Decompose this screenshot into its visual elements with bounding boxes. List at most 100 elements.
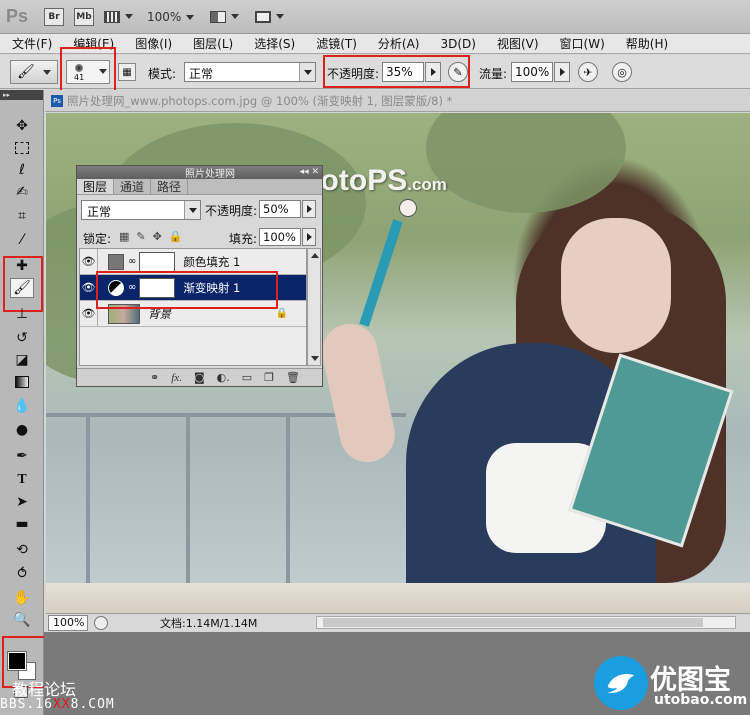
menu-edit[interactable]: 编辑(E) — [61, 35, 123, 52]
photo-arm — [317, 318, 400, 468]
lock-position-icon[interactable]: ✥ — [153, 230, 162, 243]
move-tool-icon[interactable]: ✥ — [10, 116, 34, 136]
layer-blend-mode-select[interactable]: 正常 — [81, 200, 201, 220]
3d-orbit-tool-icon[interactable]: ⥀ — [10, 564, 34, 584]
bridge-button[interactable]: Br — [44, 6, 64, 28]
rectangle-tool-icon[interactable]: ▬ — [10, 514, 34, 534]
layers-panel-footer: ⚭ fx. ◙ ◐. ▭ ❐ 🗑 — [77, 368, 322, 386]
layer-opacity-input[interactable]: 50% — [259, 200, 301, 218]
quick-selection-tool-icon[interactable]: ✍ — [10, 182, 34, 202]
layers-panel-header[interactable]: 照片处理网 ◂◂ ✕ — [77, 166, 322, 180]
tab-channels[interactable]: 通道 — [114, 179, 152, 194]
marquee-tool-icon[interactable] — [10, 138, 34, 158]
layer-row-gradient-map[interactable]: 👁 ∞ 渐变映射 1 — [80, 274, 306, 301]
lasso-tool-icon[interactable]: ℓ — [10, 160, 34, 180]
menu-window[interactable]: 窗口(W) — [548, 35, 614, 52]
lock-image-icon[interactable]: ✎ — [136, 230, 145, 243]
menu-3d[interactable]: 3D(D) — [428, 37, 484, 51]
view-extras-button[interactable] — [104, 6, 133, 28]
crop-tool-icon[interactable]: ⌗ — [10, 206, 34, 226]
dodge-tool-icon[interactable]: ● — [10, 420, 34, 440]
layer-name: 渐变映射 1 — [183, 280, 241, 295]
path-selection-tool-icon[interactable]: ➤ — [10, 492, 34, 512]
fill-input[interactable]: 100% — [259, 228, 301, 246]
delete-layer-icon[interactable]: 🗑 — [286, 371, 300, 384]
pen-tool-icon[interactable]: ✒ — [10, 446, 34, 466]
layer-style-icon[interactable]: fx. — [171, 372, 182, 384]
new-layer-icon[interactable]: ❐ — [264, 371, 274, 384]
brush-panel-toggle[interactable]: ▦ — [118, 63, 136, 81]
opacity-input[interactable]: 35% — [382, 62, 424, 82]
status-zoom-input[interactable]: 100% — [48, 614, 88, 631]
tab-layers[interactable]: 图层 — [77, 179, 115, 194]
opacity-pressure-button[interactable]: ✎ — [448, 62, 468, 82]
fill-label: 填充: — [229, 232, 258, 246]
opacity-slider-button[interactable] — [425, 62, 441, 82]
document-ps-icon: Ps — [51, 94, 63, 107]
add-mask-icon[interactable]: ◙ — [194, 371, 205, 384]
zoom-tool-icon[interactable]: 🔍 — [10, 610, 34, 630]
menu-layer[interactable]: 图层(L) — [181, 35, 242, 52]
menu-file[interactable]: 文件(F) — [0, 35, 61, 52]
mode-select[interactable]: 正常 — [184, 62, 316, 82]
link-layers-icon[interactable]: ⚭ — [150, 371, 159, 384]
menu-select[interactable]: 选择(S) — [242, 35, 304, 52]
mini-bridge-button[interactable]: Mb — [74, 6, 94, 28]
zoom-level-dropdown[interactable]: 100% — [147, 10, 195, 24]
chevron-down-icon — [186, 14, 195, 20]
foreground-color-swatch[interactable] — [7, 651, 27, 671]
layer-opacity-slider-button[interactable] — [302, 200, 316, 218]
type-tool-icon[interactable]: T — [10, 470, 34, 490]
new-group-icon[interactable]: ▭ — [242, 371, 252, 384]
screen-mode-button[interactable] — [255, 6, 285, 28]
gradient-tool-icon[interactable] — [10, 372, 34, 392]
panel-controls-icon[interactable]: ◂◂ ✕ — [300, 167, 319, 177]
document-tab[interactable]: Ps 照片处理网_www.photops.com.jpg @ 100% (渐变映… — [45, 90, 750, 112]
scroll-up-icon[interactable] — [311, 253, 319, 258]
brush-preset-picker[interactable]: 41 — [66, 60, 110, 84]
new-adjustment-layer-icon[interactable]: ◐. — [217, 371, 230, 384]
menu-help[interactable]: 帮助(H) — [614, 35, 677, 52]
scroll-down-icon[interactable] — [311, 356, 319, 361]
airbrush-toggle[interactable]: ✈ — [578, 62, 598, 82]
healing-brush-tool-icon[interactable]: ✚ — [10, 256, 34, 276]
arrange-documents-button[interactable] — [210, 6, 240, 28]
background-layer-thumbnail — [108, 303, 140, 324]
menu-analysis[interactable]: 分析(A) — [366, 35, 429, 52]
lock-transparent-icon[interactable]: ▦ — [119, 230, 129, 243]
hand-tool-icon[interactable]: ✋ — [10, 588, 34, 608]
visibility-eye-icon[interactable]: 👁 — [80, 300, 98, 327]
layer-mask-thumbnail[interactable] — [139, 277, 176, 298]
layers-scrollbar[interactable] — [307, 248, 321, 366]
layer-mask-thumbnail[interactable] — [139, 251, 176, 272]
menu-image[interactable]: 图像(I) — [123, 35, 181, 52]
horizontal-scrollbar[interactable] — [316, 616, 736, 629]
scrollbar-thumb[interactable] — [323, 618, 703, 627]
menu-filter[interactable]: 滤镜(T) — [304, 35, 366, 52]
3d-rotate-tool-icon[interactable]: ⟲ — [10, 540, 34, 560]
fill-slider-button[interactable] — [302, 228, 316, 246]
eraser-tool-icon[interactable]: ◪ — [10, 350, 34, 370]
arrange-icon — [210, 10, 227, 23]
history-brush-tool-icon[interactable]: ↺ — [10, 328, 34, 348]
title-bar: Ps Br Mb 100% — [0, 0, 750, 34]
lock-all-icon[interactable]: 🔒 — [169, 230, 183, 243]
pressure-size-icon: ◎ — [617, 65, 627, 79]
flow-slider-button[interactable] — [554, 62, 570, 82]
menu-view[interactable]: 视图(V) — [485, 35, 548, 52]
layer-row-color-fill[interactable]: 👁 ∞ 颜色填充 1 — [80, 248, 306, 275]
visibility-eye-icon[interactable]: 👁 — [80, 274, 98, 301]
tab-paths[interactable]: 路径 — [151, 179, 189, 194]
status-info-icon[interactable] — [94, 615, 108, 630]
utobao-bird-logo-icon — [594, 656, 648, 710]
size-pressure-button[interactable]: ◎ — [612, 62, 632, 82]
eyedropper-tool-icon[interactable]: ⁄ — [10, 230, 34, 250]
layer-row-background[interactable]: 👁 背景 🔒 — [80, 300, 306, 327]
tools-panel-collapse[interactable]: ▸▸ — [0, 90, 43, 100]
brush-tool-icon[interactable]: 🖌 — [10, 278, 34, 298]
blur-tool-icon[interactable]: 💧 — [10, 396, 34, 416]
clone-stamp-tool-icon[interactable]: ⊥ — [10, 304, 34, 324]
visibility-eye-icon[interactable]: 👁 — [80, 248, 98, 275]
tool-preset-picker[interactable]: 🖌 — [10, 60, 58, 84]
flow-input[interactable]: 100% — [511, 62, 553, 82]
